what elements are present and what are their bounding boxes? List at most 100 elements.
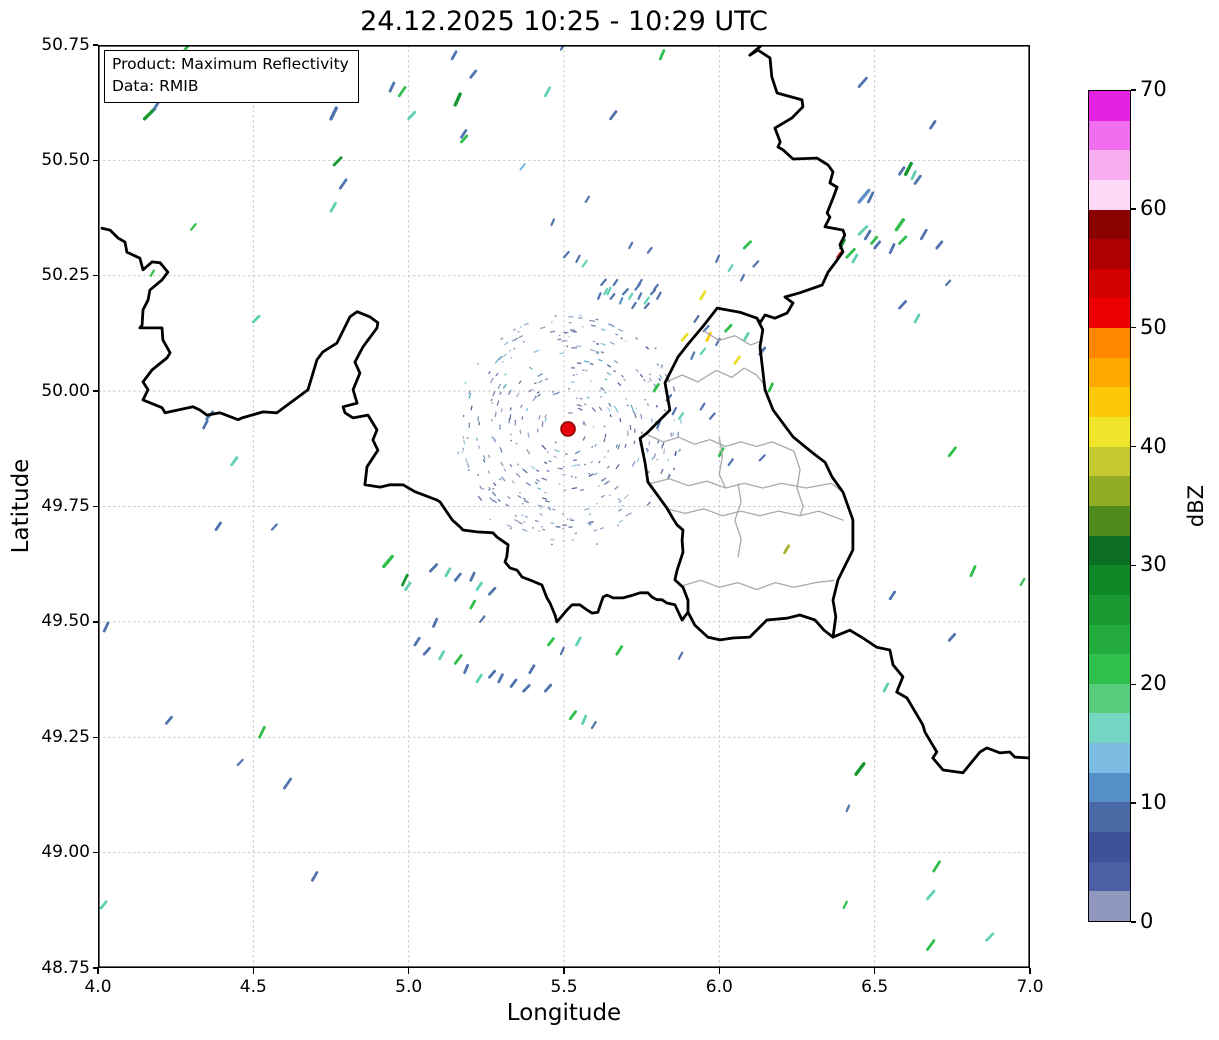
clutter-speckle — [623, 494, 629, 499]
radar-echo — [469, 571, 476, 582]
clutter-speckle — [499, 427, 501, 430]
clutter-speckle — [598, 460, 601, 464]
radar-echo — [783, 544, 791, 555]
clutter-speckle — [562, 527, 565, 530]
clutter-speckle — [562, 539, 565, 542]
clutter-speckle — [636, 457, 640, 462]
clutter-speckle — [566, 518, 569, 520]
clutter-speckle — [572, 459, 577, 462]
radar-echo — [742, 240, 752, 250]
radar-echo — [338, 178, 348, 190]
colorbar-tick-mark — [1131, 445, 1136, 448]
clutter-speckle — [518, 334, 524, 339]
radar-echo — [621, 288, 629, 296]
clutter-speckle — [482, 459, 486, 463]
radar-echo — [652, 283, 659, 291]
figure-title: 24.12.2025 10:25 - 10:29 UTC — [360, 6, 768, 37]
clutter-speckle — [518, 380, 522, 385]
radar-echo — [742, 332, 750, 342]
clutter-speckle — [614, 485, 619, 490]
clutter-speckle — [525, 407, 529, 412]
clutter-speckle — [601, 479, 603, 481]
clutter-speckle — [649, 373, 652, 376]
clutter-speckle — [568, 388, 570, 390]
radar-echo — [947, 446, 957, 458]
clutter-speckle — [590, 380, 592, 383]
radar-echo — [509, 678, 518, 688]
radar-echo — [429, 563, 439, 573]
clutter-speckle — [558, 334, 561, 337]
colorbar-segment — [1089, 328, 1130, 358]
clutter-speckle — [521, 514, 524, 517]
clutter-speckle — [620, 337, 624, 340]
radar-echo — [926, 889, 936, 901]
clutter-speckle — [501, 361, 504, 363]
radar-echo — [727, 264, 734, 273]
colorbar-segment — [1089, 179, 1130, 210]
clutter-speckle — [655, 404, 658, 408]
district-border — [734, 483, 742, 558]
y-tick-mark — [92, 44, 98, 46]
clutter-speckle — [590, 460, 594, 464]
clutter-speckle — [525, 481, 532, 487]
radar-echo — [690, 351, 696, 360]
colorbar-segment — [1089, 802, 1130, 833]
radar-echo — [584, 195, 591, 204]
clutter-speckle — [529, 366, 531, 369]
clutter-speckle — [639, 373, 644, 378]
y-tick-label: 50.50 — [41, 149, 90, 170]
radar-echo — [581, 259, 588, 268]
radar-echo — [628, 292, 634, 300]
clutter-speckle — [596, 543, 598, 545]
colorbar-segment — [1089, 120, 1130, 151]
clutter-speckle — [591, 324, 596, 327]
clutter-speckle — [532, 527, 534, 529]
colorbar-tick-mark — [1131, 564, 1136, 567]
clutter-speckle — [577, 464, 580, 467]
clutter-speckle — [603, 456, 606, 458]
clutter-speckle — [635, 407, 638, 410]
clutter-speckle — [514, 515, 517, 517]
radar-echo — [945, 279, 952, 287]
clutter-speckle — [626, 404, 629, 407]
radar-echo — [857, 76, 868, 88]
radar-echo — [543, 683, 553, 693]
clutter-speckle — [504, 373, 507, 376]
radar-echo — [388, 81, 396, 93]
radar-echo — [463, 663, 470, 675]
clutter-speckle — [611, 325, 615, 328]
clutter-speckle — [506, 504, 508, 507]
radar-echo — [926, 939, 936, 951]
radar-echo — [870, 235, 879, 245]
clutter-speckle — [534, 382, 537, 384]
clutter-speckle — [490, 398, 493, 402]
clutter-speckle — [600, 387, 605, 391]
clutter-speckle — [600, 328, 606, 332]
clutter-speckle — [672, 386, 676, 392]
clutter-speckle — [584, 369, 588, 372]
radar-echo — [727, 458, 734, 467]
clutter-speckle — [512, 328, 516, 331]
clutter-speckle — [496, 400, 500, 406]
clutter-speckle — [467, 469, 470, 471]
y-tick-mark — [92, 967, 98, 969]
colorbar-segment — [1089, 357, 1130, 388]
clutter-speckle — [538, 415, 541, 420]
clutter-speckle — [488, 489, 490, 491]
colorbar-segment — [1089, 891, 1130, 921]
clutter-speckle — [550, 321, 553, 323]
clutter-speckle — [539, 326, 546, 330]
radar-echo — [453, 572, 462, 582]
clutter-speckle — [516, 463, 520, 466]
y-tick-label: 50.75 — [41, 34, 90, 55]
clutter-speckle — [502, 385, 506, 389]
clutter-speckle — [584, 403, 587, 406]
clutter-speckle — [499, 447, 503, 453]
radar-echo — [677, 412, 685, 420]
radar-echo — [845, 804, 851, 813]
clutter-speckle — [541, 514, 543, 516]
radar-echo — [969, 565, 977, 578]
clutter-speckle — [651, 418, 653, 423]
clutter-speckle — [497, 498, 501, 503]
clutter-speckle — [600, 351, 605, 354]
